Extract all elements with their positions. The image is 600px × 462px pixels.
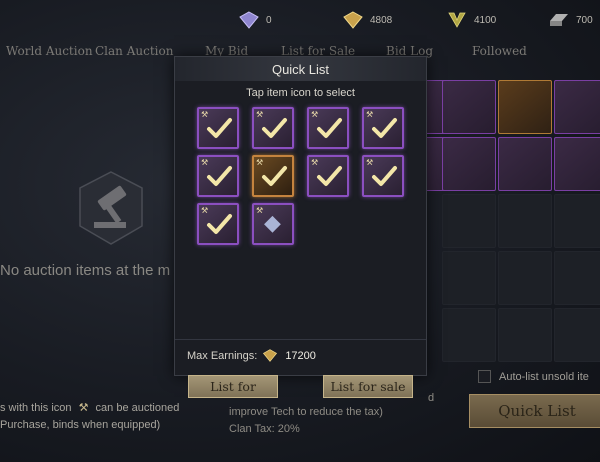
list-for-button[interactable]: List for bbox=[188, 375, 278, 398]
empty-state-panel: No auction items at the m bbox=[0, 80, 175, 380]
max-earnings: Max Earnings: 17200 bbox=[187, 349, 316, 362]
inventory-slot[interactable] bbox=[442, 80, 496, 134]
inventory-slot-empty[interactable] bbox=[554, 194, 600, 248]
tax-note-fragment: d bbox=[428, 392, 435, 404]
empty-message: No auction items at the m bbox=[0, 262, 171, 279]
autolist-checkbox[interactable] bbox=[478, 370, 491, 383]
currency-gold-gem: 4808 bbox=[342, 11, 392, 29]
currency-diamond: 0 bbox=[238, 11, 272, 29]
selectable-item[interactable]: ⚒ bbox=[197, 107, 239, 149]
tab-followed[interactable]: Followed bbox=[472, 44, 527, 58]
auctionable-icon: ⚒ bbox=[256, 206, 264, 215]
inventory-slot-empty[interactable] bbox=[554, 308, 600, 362]
gold-gem-count: 4808 bbox=[370, 14, 393, 26]
emblem-count: 4100 bbox=[474, 14, 497, 26]
tax-note: improve Tech to reduce the tax) Clan Tax… bbox=[229, 404, 383, 438]
selectable-item[interactable]: ⚒ bbox=[197, 155, 239, 197]
selectable-item[interactable]: ⚒ bbox=[197, 203, 239, 245]
check-icon bbox=[317, 118, 342, 138]
inventory-slot[interactable] bbox=[498, 80, 552, 134]
selectable-item[interactable]: ⚒ bbox=[362, 107, 404, 149]
inventory-slot-empty[interactable] bbox=[554, 251, 600, 305]
currency-ingot: 700 bbox=[548, 11, 593, 29]
gavel-small-icon: ⚒ bbox=[78, 402, 89, 414]
ingot-icon bbox=[550, 14, 568, 26]
list-for-sale-button[interactable]: List for sale bbox=[323, 375, 413, 398]
dialog-title: Quick List bbox=[175, 57, 426, 81]
selectable-item[interactable]: ⚒ bbox=[252, 107, 294, 149]
inventory-slot-empty[interactable] bbox=[442, 251, 496, 305]
gold-gem-icon bbox=[263, 349, 278, 362]
earnings-value: 17200 bbox=[285, 349, 316, 362]
note-line2: Purchase, binds when equipped) bbox=[0, 419, 161, 431]
quick-list-button[interactable]: Quick List bbox=[469, 394, 600, 428]
tab-world-auction[interactable]: World Auction bbox=[6, 44, 93, 58]
inventory-slot-empty[interactable] bbox=[442, 308, 496, 362]
selectable-item[interactable]: ⚒ bbox=[252, 155, 294, 197]
divider bbox=[175, 339, 426, 340]
clan-tax: Clan Tax: 20% bbox=[229, 423, 300, 435]
diamond-icon bbox=[239, 11, 259, 29]
crystal-item-icon: ◆ bbox=[264, 211, 281, 236]
inventory-slot-empty[interactable] bbox=[498, 251, 552, 305]
check-icon bbox=[262, 166, 287, 186]
inventory-slot-empty[interactable] bbox=[498, 308, 552, 362]
check-icon bbox=[207, 166, 232, 186]
emblem-icon bbox=[448, 12, 466, 28]
autolist-toggle[interactable]: Auto-list unsold ite bbox=[478, 370, 589, 383]
check-icon bbox=[207, 118, 232, 138]
selectable-item[interactable]: ⚒ bbox=[307, 107, 349, 149]
dialog-subtitle: Tap item icon to select bbox=[246, 87, 355, 99]
inventory-slot[interactable] bbox=[498, 137, 552, 191]
selectable-item[interactable]: ⚒ bbox=[362, 155, 404, 197]
check-icon bbox=[317, 166, 342, 186]
selectable-item[interactable]: ⚒ ◆ bbox=[252, 203, 294, 245]
check-icon bbox=[372, 166, 397, 186]
earnings-label: Max Earnings: bbox=[187, 349, 258, 362]
inventory-grid bbox=[422, 80, 600, 370]
autolist-label: Auto-list unsold ite bbox=[499, 370, 589, 383]
selectable-items-grid: ⚒ ⚒ ⚒ ⚒ ⚒ ⚒ ⚒ ⚒ ⚒ ⚒ ◆ bbox=[197, 107, 417, 257]
inventory-slot-empty[interactable] bbox=[442, 194, 496, 248]
selectable-item[interactable]: ⚒ bbox=[307, 155, 349, 197]
quick-list-dialog: Quick List Tap item icon to select ⚒ ⚒ ⚒ ⚒ ⚒… bbox=[174, 56, 427, 398]
gavel-icon bbox=[76, 170, 146, 250]
gold-gem-icon bbox=[343, 11, 363, 29]
note-line1-suffix: can be auctioned bbox=[95, 402, 180, 414]
currency-bar: 0 4808 4100 700 bbox=[230, 8, 600, 34]
inventory-slot[interactable] bbox=[554, 137, 600, 191]
inventory-slot[interactable] bbox=[442, 137, 496, 191]
inventory-slot-empty[interactable] bbox=[498, 194, 552, 248]
diamond-count: 0 bbox=[266, 14, 272, 26]
check-icon bbox=[207, 214, 232, 234]
ingot-count: 700 bbox=[576, 14, 593, 26]
inventory-slot[interactable] bbox=[554, 80, 600, 134]
tab-clan-auction[interactable]: Clan Auction bbox=[95, 44, 173, 58]
tax-note-line1: improve Tech to reduce the tax) bbox=[229, 406, 383, 418]
auction-icon-note: s with this icon ⚒ can be auctioned Purc… bbox=[0, 400, 179, 434]
check-icon bbox=[372, 118, 397, 138]
currency-emblem: 4100 bbox=[446, 11, 496, 29]
check-icon bbox=[262, 118, 287, 138]
note-line1-prefix: s with this icon bbox=[0, 402, 72, 414]
